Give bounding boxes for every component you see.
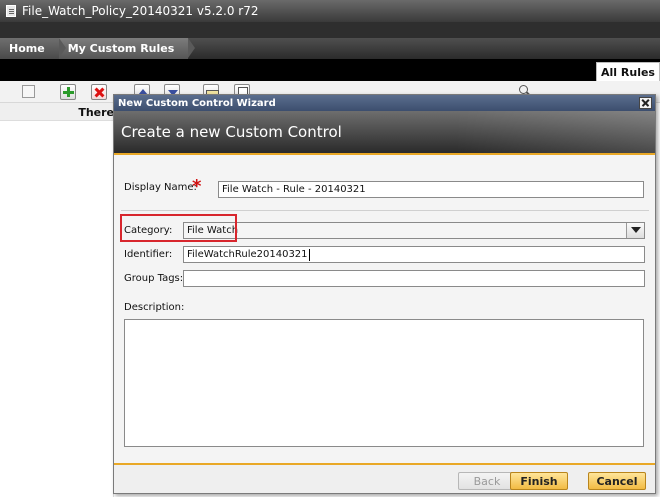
window-title: File_Watch_Policy_20140321 v5.2.0 r72 — [22, 4, 259, 18]
new-custom-control-dialog: New Custom Control Wizard Create a new C… — [113, 94, 656, 494]
tab-all-rules[interactable]: All Rules — [596, 62, 660, 81]
group-tags-field[interactable] — [183, 270, 645, 287]
display-name-label: Display Name: — [124, 182, 197, 193]
back-button[interactable]: Back — [458, 472, 516, 490]
breadcrumb: Home My Custom Rules — [0, 38, 660, 59]
list-header-row: There — [0, 103, 120, 121]
category-highlight-box — [120, 214, 237, 242]
finish-button[interactable]: Finish — [510, 472, 568, 490]
dialog-heading: Create a new Custom Control — [121, 123, 342, 141]
close-icon[interactable] — [639, 97, 652, 109]
dialog-title: New Custom Control Wizard — [118, 97, 276, 109]
divider — [121, 210, 649, 211]
dialog-footer: Back Finish Cancel — [114, 463, 655, 493]
cancel-button[interactable]: Cancel — [588, 472, 646, 490]
group-tags-label: Group Tags: — [124, 273, 184, 284]
identifier-label: Identifier: — [124, 249, 173, 260]
rules-list-panel — [0, 121, 114, 497]
dialog-header: Create a new Custom Control — [114, 111, 655, 155]
breadcrumb-my-custom-rules[interactable]: My Custom Rules — [58, 38, 195, 59]
identifier-value: FileWatchRule20140321 — [187, 249, 308, 260]
window-titlebar: File_Watch_Policy_20140321 v5.2.0 r72 — [0, 0, 660, 22]
description-label: Description: — [124, 302, 185, 313]
tab-strip — [0, 59, 660, 81]
identifier-field[interactable]: FileWatchRule20140321 — [183, 246, 645, 263]
add-icon[interactable] — [60, 84, 76, 100]
select-all-checkbox[interactable] — [22, 85, 35, 98]
dialog-titlebar: New Custom Control Wizard — [114, 95, 655, 111]
wizard-form: Display Name: * File Watch - Rule - 2014… — [114, 157, 655, 457]
description-textarea[interactable] — [124, 319, 644, 447]
text-cursor — [308, 248, 310, 261]
display-name-field[interactable]: File Watch - Rule - 20140321 — [218, 181, 644, 198]
delete-icon[interactable] — [91, 84, 107, 100]
list-message: There — [78, 106, 114, 119]
required-mark: * — [192, 176, 202, 197]
breadcrumb-home[interactable]: Home — [0, 38, 66, 59]
document-icon — [6, 5, 16, 17]
category-select[interactable]: File Watch — [183, 222, 645, 239]
display-name-value: File Watch - Rule - 20140321 — [222, 184, 366, 195]
chevron-down-icon[interactable] — [626, 223, 644, 238]
header-band — [0, 22, 660, 38]
